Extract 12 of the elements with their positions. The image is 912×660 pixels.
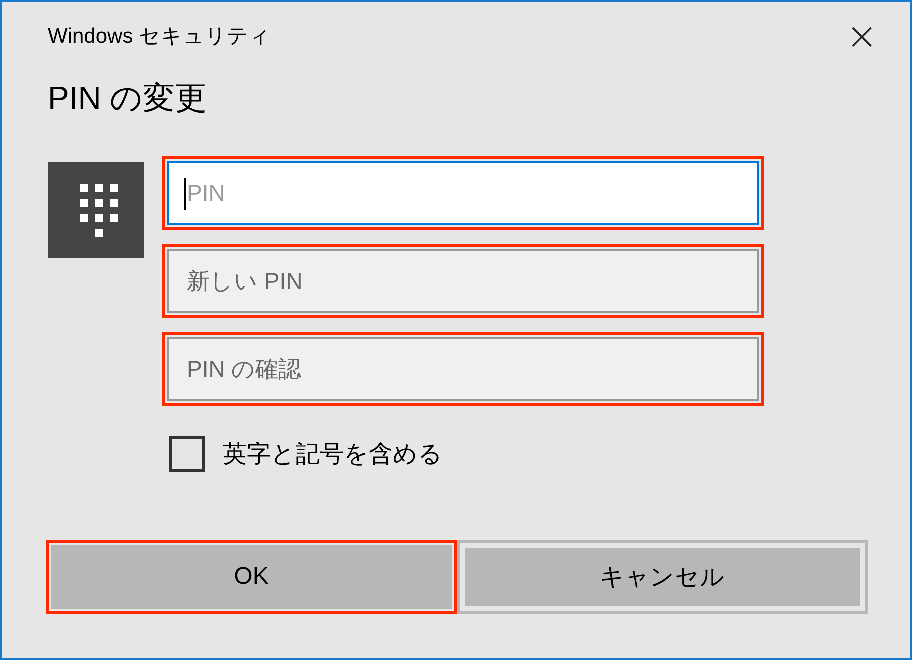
dialog-heading: PIN の変更: [48, 79, 208, 118]
input-field[interactable]: 新しい PIN: [167, 249, 759, 313]
text-cursor: [184, 178, 186, 210]
checkbox[interactable]: [169, 436, 205, 472]
dialog-button[interactable]: キャンセル: [457, 540, 868, 614]
input-field[interactable]: PIN: [167, 161, 759, 225]
checkbox-label: 英字と記号を含める: [223, 440, 443, 470]
window-title: Windows セキュリティ: [48, 24, 272, 50]
close-button[interactable]: ×: [846, 17, 878, 55]
dialog-button[interactable]: OK: [46, 540, 457, 614]
input-field[interactable]: PIN の確認: [167, 337, 759, 401]
keypad-icon: [48, 162, 144, 258]
